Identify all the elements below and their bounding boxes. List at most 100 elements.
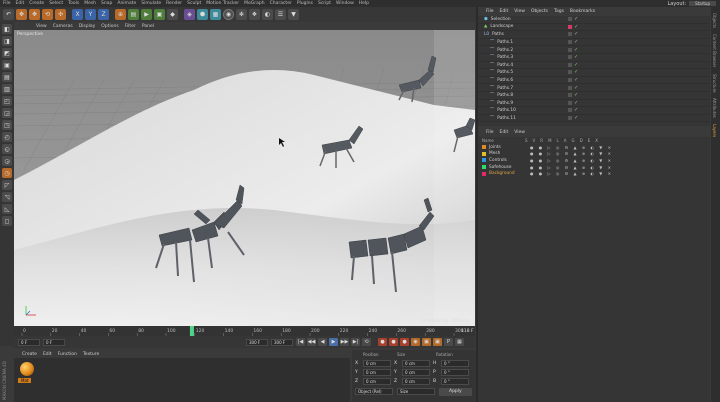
left-tool-icon[interactable]: ◻ bbox=[2, 216, 12, 226]
keyframe-button[interactable]: ◉ bbox=[411, 338, 420, 346]
viewport-menu-options[interactable]: Options bbox=[101, 24, 118, 29]
toolbar-tool-icon[interactable]: ✣ bbox=[55, 9, 66, 20]
visibility-dot[interactable] bbox=[568, 93, 572, 98]
menu-file[interactable]: File bbox=[3, 1, 11, 6]
coord-size-field[interactable]: 0 cm bbox=[402, 378, 430, 385]
visibility-dot[interactable] bbox=[568, 55, 572, 60]
enabled-check-icon[interactable]: ✓ bbox=[574, 77, 578, 83]
layer-color-swatch[interactable] bbox=[482, 165, 486, 170]
menu-select[interactable]: Select bbox=[49, 1, 63, 6]
objects-menu-bookmarks[interactable]: Bookmarks bbox=[570, 9, 595, 14]
menu-motion-tracker[interactable]: Motion Tracker bbox=[206, 1, 239, 6]
object-row[interactable]: ⌒ Paths.3 ✓ bbox=[478, 54, 710, 62]
object-row[interactable]: ⌒ Paths.2 ✓ bbox=[478, 46, 710, 54]
enabled-check-icon[interactable]: ✓ bbox=[574, 54, 578, 60]
left-tool-icon[interactable]: ◰ bbox=[2, 96, 12, 106]
apply-button[interactable]: Apply bbox=[439, 388, 472, 396]
transport-button[interactable]: ▶ bbox=[329, 338, 338, 346]
layout-selector[interactable]: Layout: Startup bbox=[667, 0, 716, 7]
viewport-perspective[interactable]: Perspective Grid Spacing : 1000 cm bbox=[14, 30, 475, 326]
toolbar-tool-icon[interactable]: ▤ bbox=[128, 9, 139, 20]
object-row[interactable]: ⌒ Paths.8 ✓ bbox=[478, 92, 710, 100]
layer-toggle-icons[interactable]: ● ● ▷ ◎ ⚙ ▲ ⊕ ◐ ▼ ✕ bbox=[530, 145, 613, 150]
keyframe-button[interactable]: P bbox=[444, 338, 453, 346]
side-tab-objects[interactable]: Objects bbox=[712, 13, 717, 28]
left-tool-icon[interactable]: ◳ bbox=[2, 120, 12, 130]
layers-menu-file[interactable]: File bbox=[486, 130, 494, 135]
coord-rotation-field[interactable]: 0 ° bbox=[441, 369, 469, 376]
menu-script[interactable]: Script bbox=[318, 1, 331, 6]
left-tool-icon[interactable]: ◧ bbox=[2, 24, 12, 34]
toolbar-tool-icon[interactable]: ⊕ bbox=[115, 9, 126, 20]
coord-rotation-field[interactable]: 0 ° bbox=[441, 378, 469, 385]
menu-snap[interactable]: Snap bbox=[101, 1, 112, 6]
preview-end-field[interactable]: 300 F bbox=[271, 338, 293, 346]
enabled-check-icon[interactable]: ✓ bbox=[574, 85, 578, 91]
toolbar-tool-icon[interactable]: ▼ bbox=[288, 9, 299, 20]
material-menu-texture[interactable]: Texture bbox=[83, 352, 99, 357]
keyframe-button[interactable]: ▦ bbox=[455, 338, 464, 346]
toolbar-tool-icon[interactable]: ⟲ bbox=[42, 9, 53, 20]
material-menu-function[interactable]: Function bbox=[58, 352, 77, 357]
objects-menu-objects[interactable]: Objects bbox=[531, 9, 548, 14]
left-tool-icon[interactable]: ◹ bbox=[2, 192, 12, 202]
layer-color-swatch[interactable] bbox=[482, 145, 486, 150]
visibility-dot[interactable] bbox=[568, 116, 572, 121]
visibility-dot[interactable] bbox=[568, 100, 572, 105]
object-row[interactable]: ⌒ Paths.11 ✓ bbox=[478, 115, 710, 123]
undo-icon[interactable]: ↶ bbox=[3, 9, 14, 20]
layer-toggle-icons[interactable]: ● ● ▷ ◎ ⚙ ▲ ⊕ ◐ ▼ ✕ bbox=[530, 165, 613, 170]
left-tool-icon[interactable]: ◲ bbox=[2, 108, 12, 118]
visibility-dot[interactable] bbox=[568, 40, 572, 45]
enabled-check-icon[interactable]: ✓ bbox=[574, 100, 578, 106]
visibility-dot[interactable] bbox=[568, 62, 572, 67]
left-tool-icon[interactable]: ◵ bbox=[2, 144, 12, 154]
toolbar-tool-icon[interactable]: ✥ bbox=[16, 9, 27, 20]
menu-create[interactable]: Create bbox=[29, 1, 44, 6]
object-row[interactable]: ⌒ Paths.10 ✓ bbox=[478, 107, 710, 115]
viewport-menu-panel[interactable]: Panel bbox=[142, 24, 154, 29]
transport-button[interactable]: ⟲ bbox=[362, 338, 371, 346]
coord-size-field[interactable]: 0 cm bbox=[402, 360, 430, 367]
visibility-dot[interactable] bbox=[568, 85, 572, 90]
coord-size-field[interactable]: 0 cm bbox=[402, 369, 430, 376]
toolbar-tool-icon[interactable]: X bbox=[72, 9, 83, 20]
enabled-check-icon[interactable]: ✓ bbox=[574, 24, 578, 30]
menu-mesh[interactable]: Mesh bbox=[84, 1, 96, 6]
layer-row[interactable]: Mesh ● ● ▷ ◎ ⚙ ▲ ⊕ ◐ ▼ ✕ bbox=[478, 151, 710, 158]
menu-edit[interactable]: Edit bbox=[16, 1, 25, 6]
menu-sculpt[interactable]: Sculpt bbox=[187, 1, 201, 6]
toolbar-tool-icon[interactable]: ◈ bbox=[184, 9, 195, 20]
objects-menu-file[interactable]: File bbox=[486, 9, 494, 14]
start-frame-field[interactable]: 0 F bbox=[18, 338, 40, 346]
viewport-menu-display[interactable]: Display bbox=[79, 24, 96, 29]
menu-tools[interactable]: Tools bbox=[68, 1, 79, 6]
layer-row[interactable]: Background ● ● ▷ ◎ ⚙ ▲ ⊕ ◐ ▼ ✕ bbox=[478, 170, 710, 177]
layer-color-swatch[interactable] bbox=[482, 171, 486, 176]
toolbar-tool-icon[interactable]: Z bbox=[98, 9, 109, 20]
preview-start-field[interactable]: 0 F bbox=[43, 338, 65, 346]
keyframe-button[interactable]: ● bbox=[389, 338, 398, 346]
transport-button[interactable]: ▶▶ bbox=[340, 338, 349, 346]
visibility-dot[interactable] bbox=[568, 78, 572, 83]
material-label[interactable]: Mat bbox=[18, 378, 32, 383]
coord-size-select[interactable]: Size bbox=[397, 388, 435, 395]
menu-mograph[interactable]: MoGraph bbox=[244, 1, 264, 6]
toolbar-tool-icon[interactable]: ▶ bbox=[141, 9, 152, 20]
material-preview-icon[interactable] bbox=[20, 362, 34, 376]
end-frame-field[interactable]: 300 F bbox=[246, 338, 268, 346]
toolbar-tool-icon[interactable]: ◆ bbox=[167, 9, 178, 20]
toolbar-tool-icon[interactable]: ❖ bbox=[249, 9, 260, 20]
keyframe-button[interactable]: ▣ bbox=[433, 338, 442, 346]
object-row[interactable]: ⌒ Paths.5 ✓ bbox=[478, 69, 710, 77]
toolbar-tool-icon[interactable]: ▣ bbox=[154, 9, 165, 20]
material-menu-create[interactable]: Create bbox=[22, 352, 37, 357]
layer-row[interactable]: Safehouse ● ● ▷ ◎ ⚙ ▲ ⊕ ◐ ▼ ✕ bbox=[478, 164, 710, 171]
enabled-check-icon[interactable]: ✓ bbox=[574, 69, 578, 75]
layer-color-swatch[interactable] bbox=[482, 158, 486, 163]
toolbar-tool-icon[interactable]: ⬢ bbox=[197, 9, 208, 20]
keyframe-button[interactable]: ▣ bbox=[422, 338, 431, 346]
coord-position-field[interactable]: 0 cm bbox=[363, 378, 391, 385]
coord-position-field[interactable]: 0 cm bbox=[363, 369, 391, 376]
coord-rotation-field[interactable]: 0 ° bbox=[441, 360, 469, 367]
